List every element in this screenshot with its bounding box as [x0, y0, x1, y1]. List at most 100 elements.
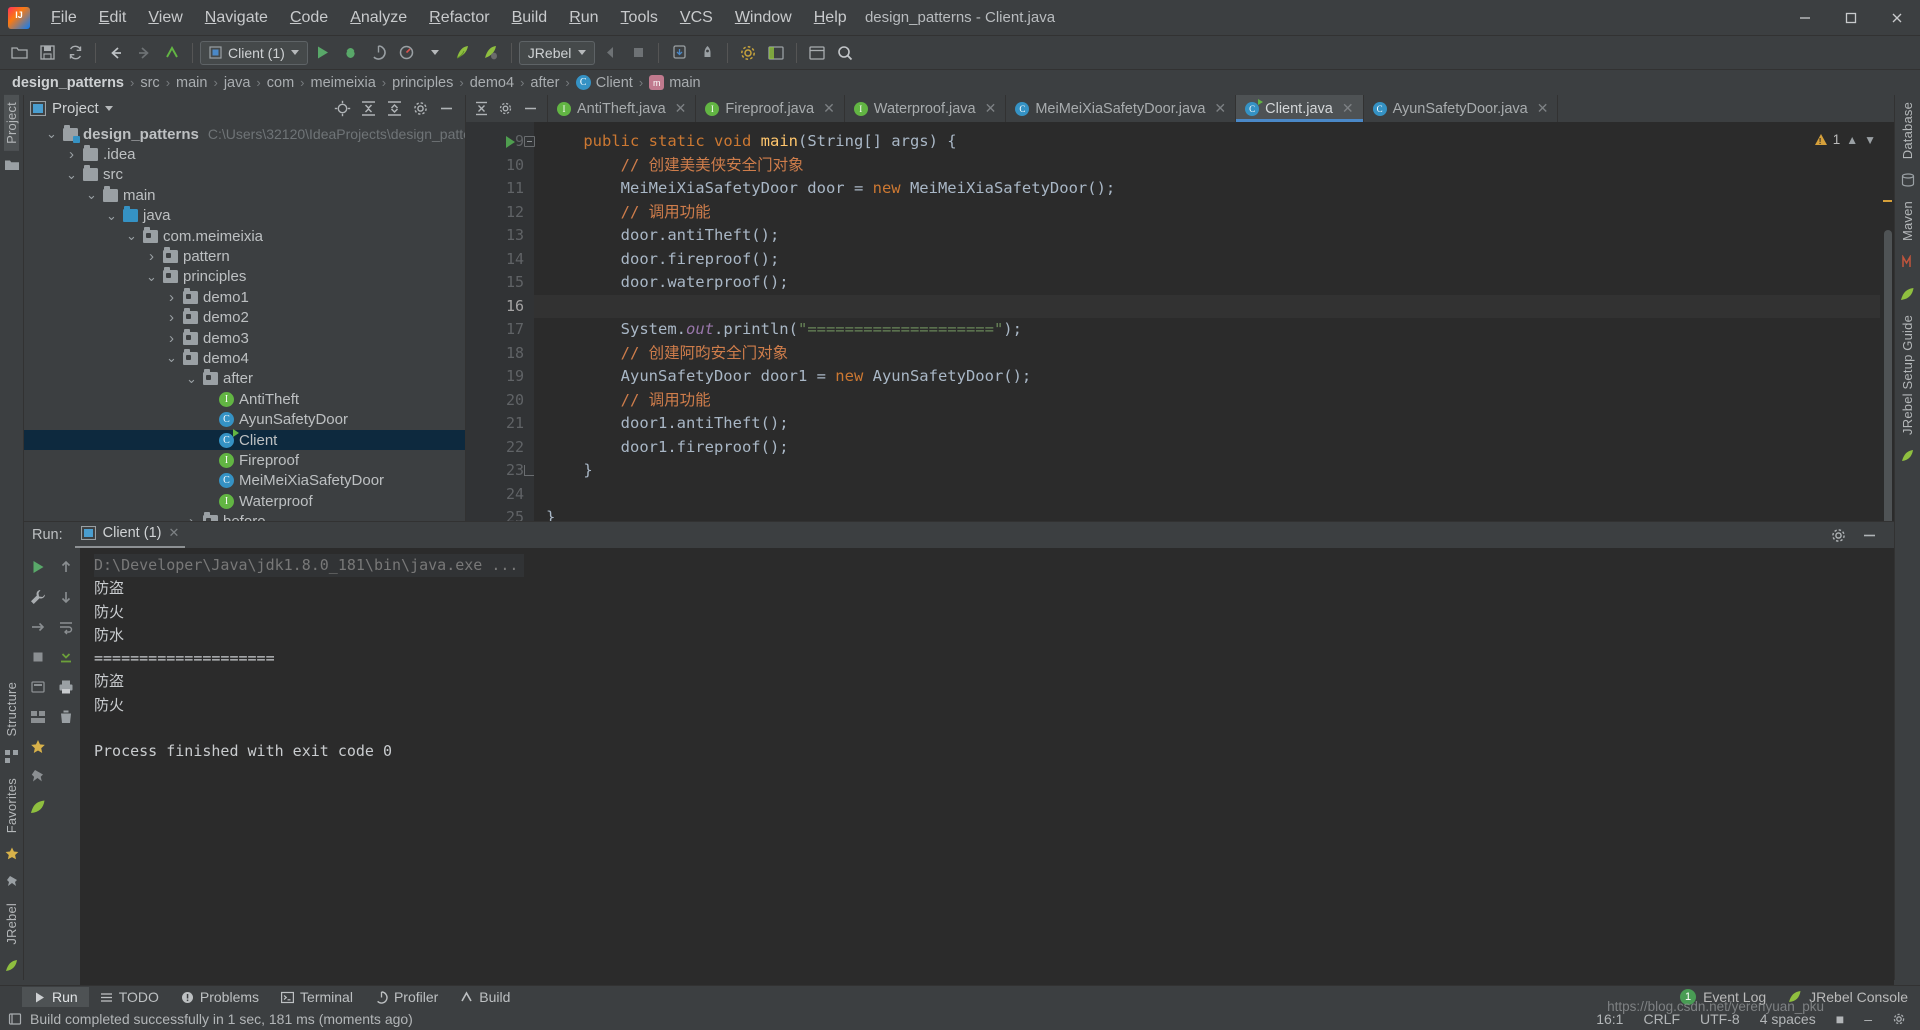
- expand-all-icon[interactable]: [386, 100, 403, 117]
- rail-button-project[interactable]: Project: [4, 95, 19, 151]
- chevron-right-icon[interactable]: ›: [164, 289, 179, 306]
- tree-node-demo3[interactable]: › demo3: [24, 328, 465, 348]
- back-arrow-icon[interactable]: [103, 40, 129, 66]
- pin-tab-icon[interactable]: [25, 674, 51, 700]
- rail-button-structure[interactable]: Structure: [4, 675, 19, 744]
- editor-tab-antitheft-java[interactable]: I AntiTheft.java ✕: [548, 95, 697, 122]
- tree-node-antitheft[interactable]: I AntiTheft: [24, 389, 465, 409]
- close-icon[interactable]: ✕: [823, 100, 835, 117]
- editor-tab-fireproof-java[interactable]: I Fireproof.java ✕: [696, 95, 845, 122]
- menu-file[interactable]: File: [40, 4, 88, 32]
- settings-gear-icon[interactable]: [735, 40, 761, 66]
- code-line[interactable]: public static void main(String[] args) {: [546, 130, 1894, 154]
- stop-icon[interactable]: [25, 644, 51, 670]
- tree-node-principles[interactable]: ⌄ principles: [24, 267, 465, 287]
- tree-node--idea[interactable]: › .idea: [24, 144, 465, 164]
- maven-icon[interactable]: [1898, 252, 1918, 272]
- line-number[interactable]: 15: [466, 271, 534, 295]
- debug-button[interactable]: [338, 40, 364, 66]
- menu-window[interactable]: Window: [724, 4, 803, 32]
- scroll-up-icon[interactable]: [53, 554, 79, 580]
- chevron-down-icon[interactable]: ⌄: [184, 372, 199, 385]
- clear-all-icon[interactable]: [53, 704, 79, 730]
- breadcrumb-item-after[interactable]: after: [526, 75, 563, 91]
- grid-icon[interactable]: [25, 704, 51, 730]
- fold-region-icon[interactable]: [524, 136, 535, 147]
- jrebel-run-icon[interactable]: [450, 40, 476, 66]
- tree-node-fireproof[interactable]: I Fireproof: [24, 450, 465, 470]
- code-line[interactable]: // 调用功能: [546, 389, 1894, 413]
- jrebel-guide-icon[interactable]: [1898, 446, 1918, 466]
- code-line[interactable]: System.out.println("====================…: [546, 318, 1894, 342]
- breadcrumb-item-java[interactable]: java: [220, 75, 255, 91]
- menu-help[interactable]: Help: [803, 4, 858, 32]
- menu-code[interactable]: Code: [279, 4, 339, 32]
- close-icon[interactable]: ✕: [675, 100, 687, 117]
- tree-node-java[interactable]: ⌄ java: [24, 206, 465, 226]
- hide-panel-icon[interactable]: [438, 100, 455, 117]
- jrebel-rail-icon[interactable]: [25, 794, 51, 820]
- code-line[interactable]: // 创建美美侠安全门对象: [546, 154, 1894, 178]
- tree-node-ayunsafetydoor[interactable]: C AyunSafetyDoor: [24, 409, 465, 429]
- tree-node-client[interactable]: C Client: [24, 428, 465, 451]
- tree-node-demo4[interactable]: ⌄ demo4: [24, 348, 465, 368]
- jrebel-leaf-icon[interactable]: [1898, 284, 1918, 304]
- structure-panel-icon[interactable]: [763, 40, 789, 66]
- stop-icon[interactable]: [625, 40, 651, 66]
- pin-icon[interactable]: [25, 764, 51, 790]
- chevron-right-icon[interactable]: ›: [164, 330, 179, 347]
- tree-node-main[interactable]: ⌄ main: [24, 185, 465, 205]
- rail-button-jrebel-setup-guide[interactable]: JRebel Setup Guide: [1900, 308, 1915, 442]
- tool-window-build[interactable]: Build: [449, 987, 521, 1007]
- rail-button-jrebel[interactable]: JRebel: [4, 896, 19, 952]
- editor-settings-gear-icon[interactable]: [498, 101, 513, 116]
- line-number[interactable]: 16: [466, 295, 534, 319]
- deploy-icon[interactable]: [694, 40, 720, 66]
- line-number[interactable]: 21: [466, 412, 534, 436]
- wrench-icon[interactable]: [25, 584, 51, 610]
- tool-window-profiler[interactable]: Profiler: [364, 987, 449, 1007]
- tree-node-com-meimeixia[interactable]: ⌄ com.meimeixia: [24, 226, 465, 246]
- tree-node-design-patterns[interactable]: ⌄ design_patterns C:\Users\32120\IdeaProje…: [24, 124, 465, 144]
- branch-label[interactable]: –: [1864, 1011, 1872, 1027]
- rail-button-maven[interactable]: Maven: [1900, 194, 1915, 248]
- hide-editor-tabs-icon[interactable]: [523, 101, 538, 116]
- menu-navigate[interactable]: Navigate: [194, 4, 279, 32]
- project-settings-gear-icon[interactable]: [412, 100, 429, 117]
- run-configuration-selector[interactable]: Client (1): [200, 40, 308, 65]
- maximize-button[interactable]: [1828, 0, 1874, 36]
- tree-node-waterproof[interactable]: I Waterproof: [24, 491, 465, 511]
- window-icon[interactable]: [804, 40, 830, 66]
- breadcrumb-item-client[interactable]: C Client: [572, 75, 637, 91]
- save-all-icon[interactable]: [34, 40, 60, 66]
- line-separator[interactable]: CRLF: [1643, 1011, 1680, 1027]
- rail-star-icon[interactable]: [2, 844, 22, 864]
- breadcrumb-item-design-patterns[interactable]: design_patterns: [8, 75, 128, 91]
- chevron-down-icon[interactable]: ⌄: [64, 168, 79, 181]
- close-icon[interactable]: ✕: [1537, 100, 1549, 117]
- code-line[interactable]: door1.antiTheft();: [546, 412, 1894, 436]
- tree-node-demo1[interactable]: › demo1: [24, 287, 465, 307]
- caret-position[interactable]: 16:1: [1596, 1011, 1623, 1027]
- jump-to-source-icon[interactable]: [159, 40, 185, 66]
- close-icon[interactable]: ✕: [1342, 100, 1354, 117]
- close-icon[interactable]: ✕: [985, 100, 997, 117]
- minimize-button[interactable]: [1782, 0, 1828, 36]
- close-button[interactable]: [1874, 0, 1920, 36]
- menu-run[interactable]: Run: [558, 4, 609, 32]
- update-app-icon[interactable]: [666, 40, 692, 66]
- tree-node-src[interactable]: ⌄ src: [24, 165, 465, 185]
- scroll-down-icon[interactable]: [53, 584, 79, 610]
- open-project-icon[interactable]: [6, 40, 32, 66]
- status-message[interactable]: Build completed successfully in 1 sec, 1…: [30, 1011, 413, 1027]
- line-number[interactable]: 11: [466, 177, 534, 201]
- menu-vcs[interactable]: VCS: [669, 4, 724, 32]
- file-encoding[interactable]: UTF-8: [1700, 1011, 1740, 1027]
- line-number[interactable]: 19: [466, 365, 534, 389]
- menu-refactor[interactable]: Refactor: [418, 4, 500, 32]
- close-icon[interactable]: ✕: [168, 525, 179, 541]
- menu-analyze[interactable]: Analyze: [339, 4, 418, 32]
- code-line[interactable]: // 创建阿昀安全门对象: [546, 342, 1894, 366]
- tree-node-pattern[interactable]: › pattern: [24, 246, 465, 266]
- profiler-button[interactable]: [394, 40, 420, 66]
